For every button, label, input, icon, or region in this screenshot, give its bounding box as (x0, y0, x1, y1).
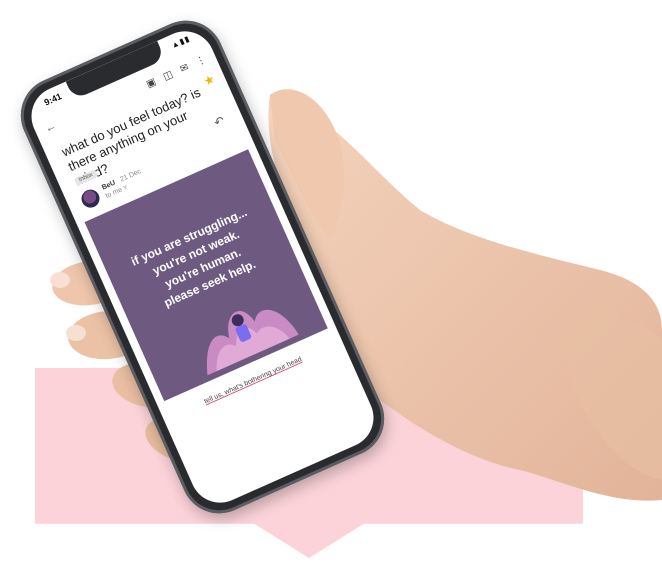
phone-group: 9:41 ▲▮▮ ← ▣ ◫ ✉ ⋮ ★ what do you feel to… (0, 0, 662, 585)
trash-icon[interactable]: ◫ (161, 69, 174, 83)
status-time: 9:41 (42, 91, 64, 108)
archive-icon[interactable]: ▣ (145, 76, 158, 90)
phone-screen: 9:41 ▲▮▮ ← ▣ ◫ ✉ ⋮ ★ what do you feel to… (21, 21, 384, 513)
back-arrow-icon[interactable]: ← (43, 120, 58, 135)
mail-icon[interactable]: ✉ (178, 61, 190, 74)
status-icons: ▲▮▮ (169, 33, 192, 51)
more-icon[interactable]: ⋮ (194, 54, 208, 68)
smartphone: 9:41 ▲▮▮ ← ▣ ◫ ✉ ⋮ ★ what do you feel to… (8, 8, 397, 526)
avatar (78, 186, 103, 211)
